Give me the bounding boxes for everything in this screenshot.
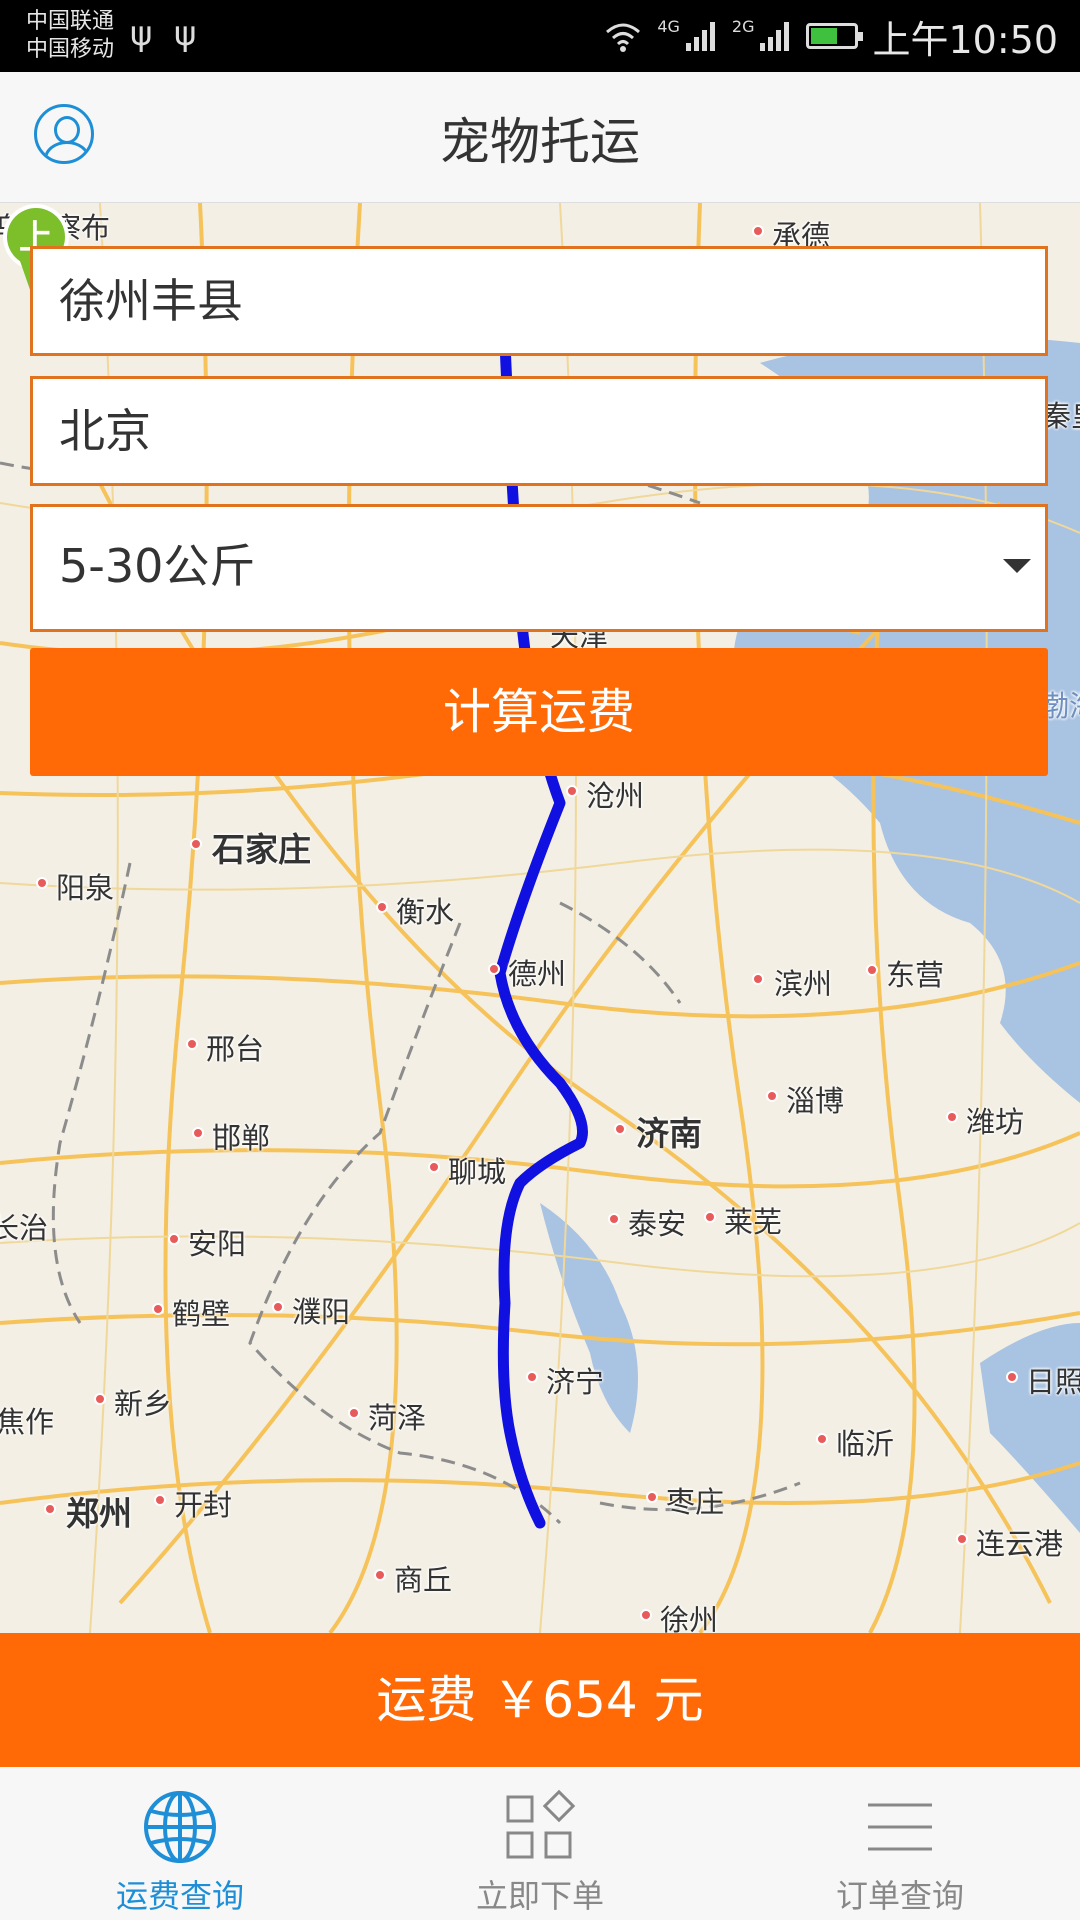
city-dot: [272, 1301, 284, 1313]
wifi-icon: [606, 23, 641, 52]
city-dot: [376, 901, 388, 913]
city-label: 泰安: [628, 1207, 687, 1241]
grid-icon: [506, 1789, 576, 1859]
city-dot: [152, 1303, 164, 1315]
origin-field[interactable]: [30, 246, 1048, 356]
city-label: 鹤壁: [172, 1297, 231, 1331]
city-dot: [428, 1161, 440, 1173]
city-dot: [94, 1393, 106, 1405]
carrier-2: 中国移动: [26, 37, 115, 62]
dropdown-arrow-icon: [1003, 559, 1031, 573]
network-type-2: 2G: [731, 16, 755, 36]
destination-field[interactable]: [30, 376, 1048, 486]
nav-item-place-order[interactable]: 立即下单: [360, 1767, 720, 1920]
nav-label: 订单查询: [835, 1877, 964, 1915]
city-dot: [44, 1503, 56, 1515]
city-label: 沧州: [586, 779, 645, 813]
city-dot: [704, 1211, 716, 1223]
city-label: 济宁: [546, 1365, 605, 1399]
page-title: 宠物托运: [440, 113, 640, 171]
usb-icon: ψ: [130, 14, 153, 54]
city-label: 石家庄: [212, 830, 311, 869]
city-dot: [640, 1609, 652, 1621]
city-dot: [1006, 1371, 1018, 1383]
nav-label: 运费查询: [115, 1877, 244, 1915]
carrier-1: 中国联通: [26, 9, 115, 34]
city-label: 邢台: [206, 1032, 265, 1066]
city-dot: [374, 1569, 386, 1581]
network-type-1: 4G: [657, 16, 680, 36]
city-dot: [190, 838, 202, 850]
city-dot: [186, 1038, 198, 1050]
city-label: 日照: [1026, 1365, 1080, 1399]
city-label: 临沂: [836, 1427, 895, 1461]
city-dot: [348, 1407, 360, 1419]
city-dot: [866, 964, 878, 976]
destination-input[interactable]: [59, 401, 959, 455]
city-label: 郑州: [66, 1494, 132, 1533]
city-label: 阳泉: [56, 871, 115, 905]
app-header: 宠物托运: [0, 72, 1080, 203]
city-label: 德州: [508, 957, 567, 991]
city-dot: [956, 1533, 968, 1545]
city-dot: [646, 1491, 658, 1503]
city-dot: [192, 1127, 204, 1139]
nav-item-order-query[interactable]: 订单查询: [720, 1767, 1080, 1920]
city-dot: [36, 877, 48, 889]
city-label: 淄博: [786, 1084, 845, 1118]
calculate-fee-button[interactable]: 计算运费: [30, 648, 1048, 776]
city-label: 东营: [886, 958, 945, 992]
city-dot: [488, 963, 500, 975]
city-dot: [946, 1111, 958, 1123]
carrier-info: 中国联通 中国移动: [26, 8, 114, 64]
city-dot: [154, 1494, 166, 1506]
city-dot: [752, 225, 764, 237]
nav-item-fee-query[interactable]: 运费查询: [0, 1767, 360, 1920]
globe-icon: [144, 1791, 216, 1863]
city-label: 潍坊: [966, 1105, 1025, 1139]
weight-select-value: 5-30公斤: [59, 539, 256, 593]
menu-lines-icon: [868, 1803, 932, 1851]
weight-select[interactable]: 5-30公斤: [30, 504, 1048, 632]
city-label: 菏泽: [368, 1401, 427, 1435]
city-dot: [614, 1123, 626, 1135]
city-label: 衡水: [396, 895, 455, 929]
city-dot: [608, 1213, 620, 1225]
city-label: 安阳: [188, 1227, 247, 1261]
city-dot: [766, 1090, 778, 1102]
city-dot: [566, 785, 578, 797]
clock: 上午10:50: [872, 17, 1058, 62]
bottom-navigation: 运费查询 立即下单 订单查询: [0, 1767, 1080, 1920]
battery-icon: [806, 23, 864, 49]
signal-icon: [685, 22, 715, 51]
city-label: 濮阳: [292, 1295, 351, 1329]
city-dot: [526, 1371, 538, 1383]
city-dot: [816, 1433, 828, 1445]
city-label: 长治: [0, 1211, 49, 1245]
city-label: 济南: [636, 1114, 702, 1153]
fee-result-bar: 运费 ￥654 元: [0, 1633, 1080, 1767]
city-label: 滨州: [774, 967, 833, 1001]
city-dot: [752, 973, 764, 985]
city-label: 莱芜: [724, 1205, 783, 1239]
signal-icon: [760, 22, 790, 51]
city-label: 聊城: [448, 1155, 507, 1189]
city-label: 开封: [174, 1488, 233, 1522]
origin-input[interactable]: [59, 271, 959, 325]
nav-label: 立即下单: [475, 1877, 604, 1915]
city-label: 新乡: [114, 1387, 173, 1421]
city-label: 邯郸: [212, 1121, 271, 1155]
status-bar: 中国联通 中国移动 ψ ψ 4G 2G 上午10:50: [0, 0, 1080, 72]
city-dot: [168, 1233, 180, 1245]
city-label: 商丘: [394, 1563, 453, 1597]
city-label: 徐州: [660, 1603, 719, 1633]
city-label: 焦作: [0, 1405, 55, 1439]
city-label: 枣庄: [666, 1485, 725, 1519]
usb-icon: ψ: [174, 14, 197, 54]
city-label: 连云港: [976, 1527, 1064, 1561]
